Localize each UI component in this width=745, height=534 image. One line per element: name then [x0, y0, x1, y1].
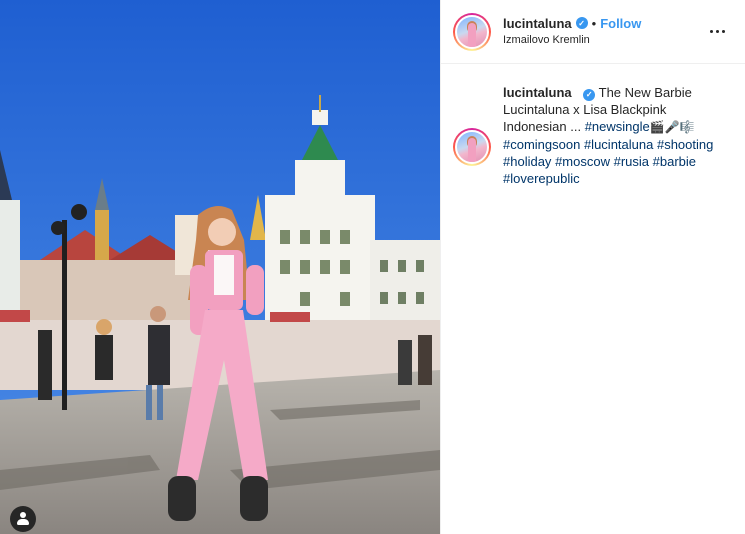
hashtag-link[interactable]: #loverepublic — [503, 171, 580, 186]
more-dot — [721, 30, 725, 33]
caption-username[interactable]: lucintaluna — [503, 85, 572, 100]
hashtag-link[interactable]: #moscow — [555, 154, 610, 169]
verified-badge-icon: ✓ — [583, 88, 596, 101]
hashtag-link[interactable]: #comingsoon — [503, 137, 580, 152]
caption: lucintaluna ✓ The New Barbie Lucintaluna… — [441, 64, 745, 187]
caption-line3: Indonesian ... — [503, 119, 582, 134]
caption-line2: Lucintaluna x Lisa Blackpink — [503, 102, 667, 117]
verified-badge-icon: ✓ — [575, 17, 588, 30]
instagram-post: lucintaluna ✓ • Follow Izmailovo Kremlin — [0, 0, 745, 534]
avatar-figure — [468, 22, 476, 47]
more-dot — [715, 30, 719, 33]
photo-illustration — [0, 0, 440, 534]
profile-avatar[interactable] — [453, 12, 491, 51]
more-options-icon[interactable] — [705, 20, 729, 44]
user-tag-head — [20, 512, 26, 518]
caption-text: lucintaluna ✓ The New Barbie Lucintaluna… — [503, 84, 723, 187]
follow-button[interactable]: Follow — [600, 16, 641, 32]
caption-emojis: 🎬🎤🎼 — [649, 120, 695, 134]
avatar-image — [455, 130, 489, 164]
hashtag-link[interactable]: #barbie — [653, 154, 696, 169]
header-text: lucintaluna ✓ • Follow Izmailovo Kremlin — [503, 16, 705, 48]
hashtag-link[interactable]: #shooting — [657, 137, 713, 152]
user-tag-body — [17, 519, 29, 525]
separator-dot: • — [591, 15, 597, 31]
location-link[interactable]: Izmailovo Kremlin — [503, 34, 705, 47]
user-tag-icon[interactable] — [10, 506, 36, 532]
caption-line1: The New Barbie — [598, 85, 692, 100]
avatar-figure — [468, 138, 476, 162]
caption-avatar[interactable] — [453, 128, 491, 166]
hashtag-link[interactable]: #holiday — [503, 154, 551, 169]
username-link[interactable]: lucintaluna — [503, 16, 572, 32]
more-dot — [709, 30, 713, 33]
header-row: lucintaluna ✓ • Follow — [503, 16, 705, 32]
avatar-image — [455, 14, 489, 49]
hashtag-link[interactable]: #lucintaluna — [584, 137, 653, 152]
hashtag-link[interactable]: #rusia — [614, 154, 649, 169]
hashtag-link[interactable]: #newsingle — [585, 119, 650, 134]
post-header: lucintaluna ✓ • Follow Izmailovo Kremlin — [441, 0, 745, 64]
post-side-panel: lucintaluna ✓ • Follow Izmailovo Kremlin — [440, 0, 745, 534]
post-photo[interactable] — [0, 0, 440, 534]
